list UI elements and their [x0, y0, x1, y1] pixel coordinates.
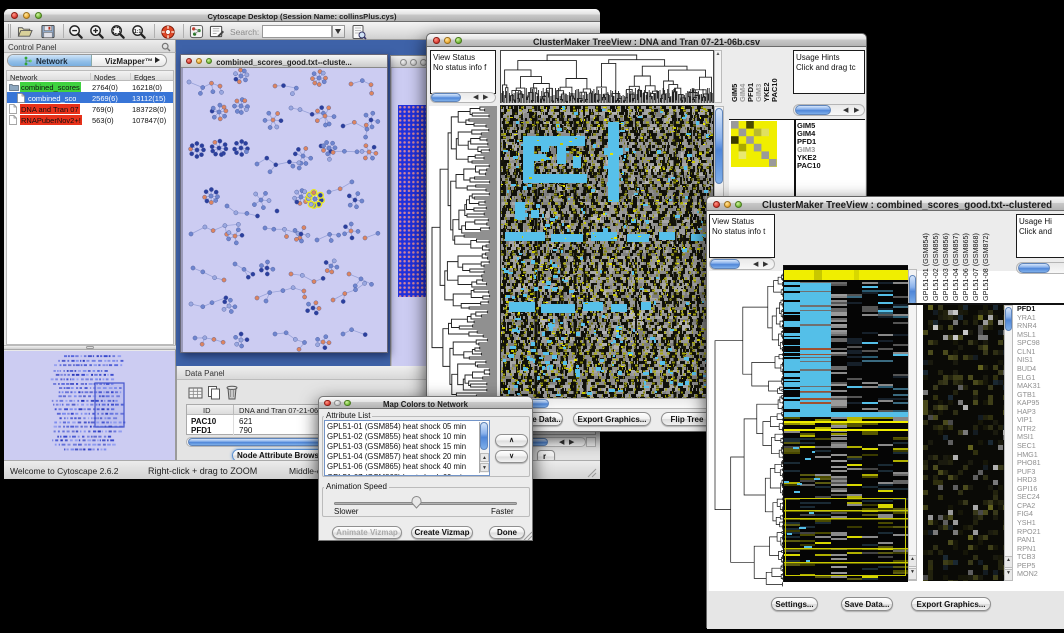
- svg-text:1:1: 1:1: [134, 28, 142, 34]
